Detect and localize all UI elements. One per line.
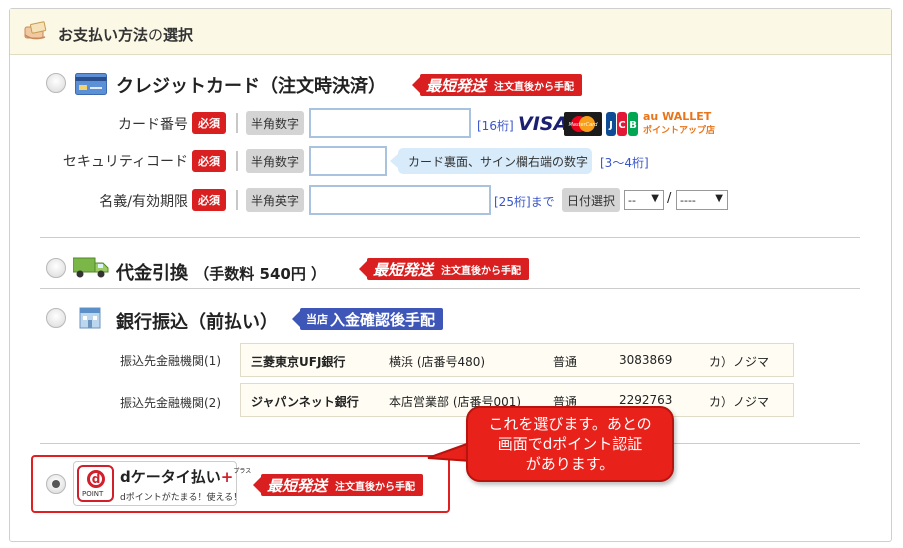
svg-text:C: C bbox=[618, 120, 625, 131]
bank-name: 三菱東京UFJ銀行 bbox=[251, 355, 346, 369]
required-badge: 必須 bbox=[192, 189, 226, 211]
bank-confirm-badge: 当店 入金確認後手配 bbox=[291, 308, 444, 330]
required-badge: 必須 bbox=[192, 112, 226, 134]
credit-card-icon bbox=[75, 73, 107, 95]
hankaku-suji-tag: 半角数字 bbox=[246, 111, 304, 135]
hankaku-eiji-tag: 半角英字 bbox=[246, 188, 304, 212]
card-number-label: カード番号 bbox=[118, 117, 188, 133]
bank-row-label: 振込先金融機関(1) bbox=[120, 354, 221, 368]
au-wallet-logo: au WALLET ポイントアップ店 bbox=[643, 110, 716, 136]
bank-row: 三菱東京UFJ銀行 横浜 (店番号480) 普通 3083869 カ）ノジマ bbox=[240, 343, 794, 377]
divider bbox=[236, 190, 238, 210]
name-digits-note: [25桁]まで bbox=[494, 195, 555, 209]
account-number: 3083869 bbox=[619, 353, 673, 367]
security-code-input[interactable] bbox=[309, 146, 387, 176]
delivery-truck-icon bbox=[73, 257, 109, 278]
bank-branch: 横浜 (店番号480) bbox=[389, 355, 486, 369]
bank-building-icon bbox=[79, 307, 101, 329]
svg-text:B: B bbox=[629, 120, 637, 131]
expiry-month-select[interactable]: -- ▼ bbox=[624, 190, 664, 210]
bank-name: ジャパンネット銀行 bbox=[251, 395, 359, 409]
card-number-input[interactable] bbox=[309, 108, 471, 138]
shipping-badge-credit: 最短発送 注文直後から手配 bbox=[411, 74, 583, 96]
shipping-badge-d: 最短発送 注文直後から手配 bbox=[252, 474, 424, 496]
section-divider bbox=[40, 288, 860, 289]
expiry-year-select[interactable]: ---- ▼ bbox=[676, 190, 728, 210]
date-slash: / bbox=[667, 191, 672, 206]
visa-logo: VISA bbox=[518, 113, 569, 135]
svg-text:MasterCard: MasterCard bbox=[569, 122, 599, 128]
radio-cod[interactable] bbox=[46, 258, 66, 278]
bank-transfer-title: 銀行振込（前払い） bbox=[116, 312, 278, 333]
radio-bank-transfer[interactable] bbox=[46, 308, 66, 328]
radio-d-payment[interactable] bbox=[46, 474, 66, 494]
d-point-logo: d POINT bbox=[77, 465, 114, 502]
section-divider bbox=[40, 237, 860, 238]
cod-title: 代金引換 （手数料 540円 ） bbox=[116, 263, 327, 284]
account-holder: カ）ノジマ bbox=[709, 355, 770, 369]
panel-header: お支払い方法の選択 bbox=[10, 9, 891, 55]
name-expiry-label: 名義/有効期限 bbox=[99, 194, 188, 210]
account-type: 普通 bbox=[553, 355, 578, 369]
security-digits-note: [3～4桁] bbox=[600, 156, 649, 170]
d-payment-title: dケータイ払い+プラス bbox=[120, 468, 252, 486]
jcb-logo: J C B bbox=[606, 112, 638, 136]
card-name-input[interactable] bbox=[309, 185, 491, 215]
bank-row-label: 振込先金融機関(2) bbox=[120, 396, 221, 410]
hankaku-suji-tag: 半角数字 bbox=[246, 149, 304, 173]
credit-card-title: クレジットカード（注文時決済） bbox=[116, 76, 386, 97]
section-divider bbox=[40, 443, 860, 444]
required-badge: 必須 bbox=[192, 150, 226, 172]
mastercard-logo: MasterCard bbox=[564, 112, 602, 136]
security-hint-bubble: カード裏面、サイン欄右端の数字 bbox=[390, 148, 592, 174]
annotation-callout: これを選びます。あとの 画面でdポイント認証 があります。 bbox=[466, 406, 674, 482]
d-payment-logo: d POINT dケータイ払い+プラス dポイントがたまる！使える！ bbox=[73, 461, 251, 506]
divider bbox=[236, 113, 238, 133]
shipping-badge-cod: 最短発送 注文直後から手配 bbox=[358, 258, 530, 280]
chevron-down-icon: ▼ bbox=[715, 193, 723, 204]
security-code-label: セキュリティコード bbox=[62, 154, 188, 170]
card-digits-note: [16桁] bbox=[477, 119, 514, 133]
svg-text:J: J bbox=[608, 120, 613, 131]
d-carrier-payment-option[interactable]: d POINT dケータイ払い+プラス dポイントがたまる！使える！ 最短発送注… bbox=[31, 455, 450, 513]
divider bbox=[236, 151, 238, 171]
d-payment-subtitle: dポイントがたまる！使える！ bbox=[120, 493, 243, 503]
radio-credit-card[interactable] bbox=[46, 73, 66, 93]
chevron-down-icon: ▼ bbox=[651, 193, 659, 204]
account-number: 2292763 bbox=[619, 393, 673, 407]
payment-hand-icon bbox=[24, 21, 47, 40]
date-select-tag: 日付選択 bbox=[562, 188, 620, 212]
account-holder: カ）ノジマ bbox=[709, 395, 770, 409]
page-title: お支払い方法の選択 bbox=[58, 26, 194, 44]
